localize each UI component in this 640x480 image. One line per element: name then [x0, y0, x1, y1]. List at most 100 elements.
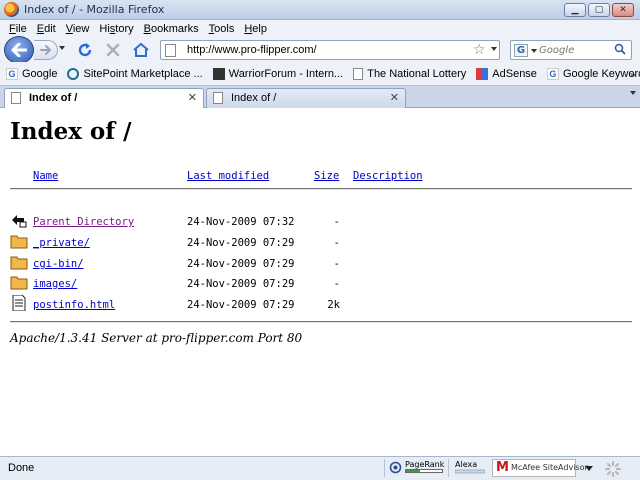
status-bar: Done PageRank Alexa M McAfee SiteAdvisor [0, 456, 640, 480]
back-icon [11, 43, 27, 57]
search-engine-dropdown-icon[interactable] [531, 49, 537, 53]
file-modified: 24-Nov-2009 07:29 [187, 278, 295, 290]
page-content: Index of / Name Last modified Size Descr… [0, 108, 640, 456]
tab-index-1[interactable]: Index of / ✕ [4, 88, 204, 109]
page-icon [353, 67, 364, 80]
table-row: cgi-bin/ 24-Nov-2009 07:29 - [0, 256, 640, 276]
file-link[interactable]: _private/ [33, 237, 90, 249]
menu-help[interactable]: Help [239, 23, 272, 35]
search-input[interactable] [539, 43, 613, 57]
bookmark-sitepoint[interactable]: SitePoint Marketplace ... [67, 67, 208, 80]
bookmark-google-keyword-tool[interactable]: G Google Keyword Tool [546, 67, 640, 80]
text-file-icon [12, 295, 26, 311]
sort-by-description-link[interactable]: Description [353, 170, 423, 182]
window-title: Index of / - Mozilla Firefox [24, 3, 165, 16]
pagerank-label: PageRank [405, 460, 445, 469]
pagerank-widget[interactable]: PageRank [384, 459, 446, 477]
search-bar[interactable]: G [510, 40, 632, 60]
file-modified: 24-Nov-2009 07:29 [187, 299, 295, 311]
pagerank-fill [406, 470, 421, 472]
file-link[interactable]: postinfo.html [33, 299, 115, 311]
tab-list-dropdown-icon[interactable] [630, 91, 636, 95]
menu-bar: File Edit View History Bookmarks Tools H… [0, 20, 640, 38]
tab-index-2[interactable]: Index of / ✕ [206, 88, 406, 108]
file-modified: 24-Nov-2009 07:32 [187, 216, 295, 228]
search-icon[interactable] [614, 43, 626, 55]
bookmark-warriorforum[interactable]: WarriorForum - Intern... [212, 67, 350, 80]
mcafee-logo: M [496, 460, 509, 475]
file-size: - [333, 216, 340, 228]
google-search-engine-icon[interactable]: G [514, 44, 528, 57]
sitepoint-icon [67, 67, 80, 80]
file-size: - [333, 237, 340, 249]
minimize-button[interactable]: ▁ [564, 3, 586, 17]
menu-tools[interactable]: Tools [204, 23, 240, 35]
table-row: _private/ 24-Nov-2009 07:29 - [0, 235, 640, 255]
file-modified: 24-Nov-2009 07:29 [187, 237, 295, 249]
file-link[interactable]: Parent Directory [33, 216, 134, 228]
home-icon[interactable] [132, 41, 150, 59]
forward-icon [39, 45, 51, 55]
title-bar: Index of / - Mozilla Firefox ▁ ▢ ✕ [0, 0, 640, 20]
tab-strip: Index of / ✕ Index of / ✕ [0, 86, 640, 109]
pagerank-icon [389, 461, 402, 474]
tab-label: Index of / [231, 92, 277, 104]
table-row: Parent Directory 24-Nov-2009 07:32 - [0, 214, 640, 234]
menu-view[interactable]: View [61, 23, 95, 35]
back-folder-icon [12, 215, 27, 228]
page-icon [165, 44, 176, 57]
mcafee-label: McAfee SiteAdvisor [511, 463, 588, 472]
folder-icon [10, 235, 28, 249]
page-icon [213, 92, 223, 104]
close-tab-icon[interactable]: ✕ [188, 91, 197, 104]
bookmark-national-lottery[interactable]: The National Lottery [353, 67, 472, 80]
mcafee-siteadvisor-button[interactable]: M McAfee SiteAdvisor [492, 459, 588, 477]
url-text[interactable]: http://www.pro-flipper.com/ [187, 44, 317, 56]
sort-by-name-link[interactable]: Name [33, 170, 58, 182]
menu-edit[interactable]: Edit [32, 23, 61, 35]
status-text: Done [8, 462, 35, 474]
menu-history[interactable]: History [94, 23, 138, 35]
bookmark-star-icon[interactable]: ☆ [473, 42, 486, 58]
menu-bookmarks[interactable]: Bookmarks [139, 23, 204, 35]
file-link[interactable]: images/ [33, 278, 77, 290]
url-dropdown-icon[interactable] [491, 47, 497, 51]
file-size: - [333, 258, 340, 270]
address-bar[interactable]: http://www.pro-flipper.com/ ☆ [160, 40, 500, 60]
alexa-widget[interactable]: Alexa [448, 459, 490, 477]
page-icon [11, 92, 21, 104]
close-button[interactable]: ✕ [612, 3, 634, 17]
tab-label: Index of / [29, 92, 78, 104]
file-link[interactable]: cgi-bin/ [33, 258, 84, 270]
file-size: 2k [327, 299, 340, 311]
activity-indicator-icon [605, 461, 621, 477]
close-tab-icon[interactable]: ✕ [390, 91, 399, 104]
folder-icon [10, 276, 28, 290]
maximize-button[interactable]: ▢ [588, 3, 610, 17]
sort-by-modified-link[interactable]: Last modified [187, 170, 269, 182]
reload-icon[interactable] [76, 41, 94, 59]
server-signature: Apache/1.3.41 Server at pro-flipper.com … [10, 331, 303, 345]
window-controls: ▁ ▢ ✕ [564, 3, 634, 17]
divider [10, 321, 632, 323]
back-button[interactable] [4, 36, 34, 64]
bookmark-adsense[interactable]: AdSense [476, 67, 543, 80]
forward-button[interactable] [34, 40, 58, 60]
close-icon: ✕ [619, 5, 627, 15]
table-row: images/ 24-Nov-2009 07:29 - [0, 276, 640, 296]
folder-icon [10, 256, 28, 270]
adsense-icon [476, 67, 489, 80]
divider [10, 188, 632, 190]
file-size: - [333, 278, 340, 290]
pagerank-bar [405, 469, 443, 473]
minimize-icon: ▁ [571, 5, 579, 15]
sort-by-size-link[interactable]: Size [314, 170, 339, 182]
history-dropdown-icon[interactable] [59, 46, 65, 50]
stop-icon[interactable] [104, 41, 122, 59]
menu-file[interactable]: File [4, 23, 32, 35]
google-icon: G [6, 67, 18, 80]
bookmark-google[interactable]: G Google [6, 67, 63, 80]
mcafee-dropdown-icon[interactable] [585, 466, 593, 471]
file-modified: 24-Nov-2009 07:29 [187, 258, 295, 270]
bookmarks-overflow-icon[interactable]: » [629, 68, 636, 81]
